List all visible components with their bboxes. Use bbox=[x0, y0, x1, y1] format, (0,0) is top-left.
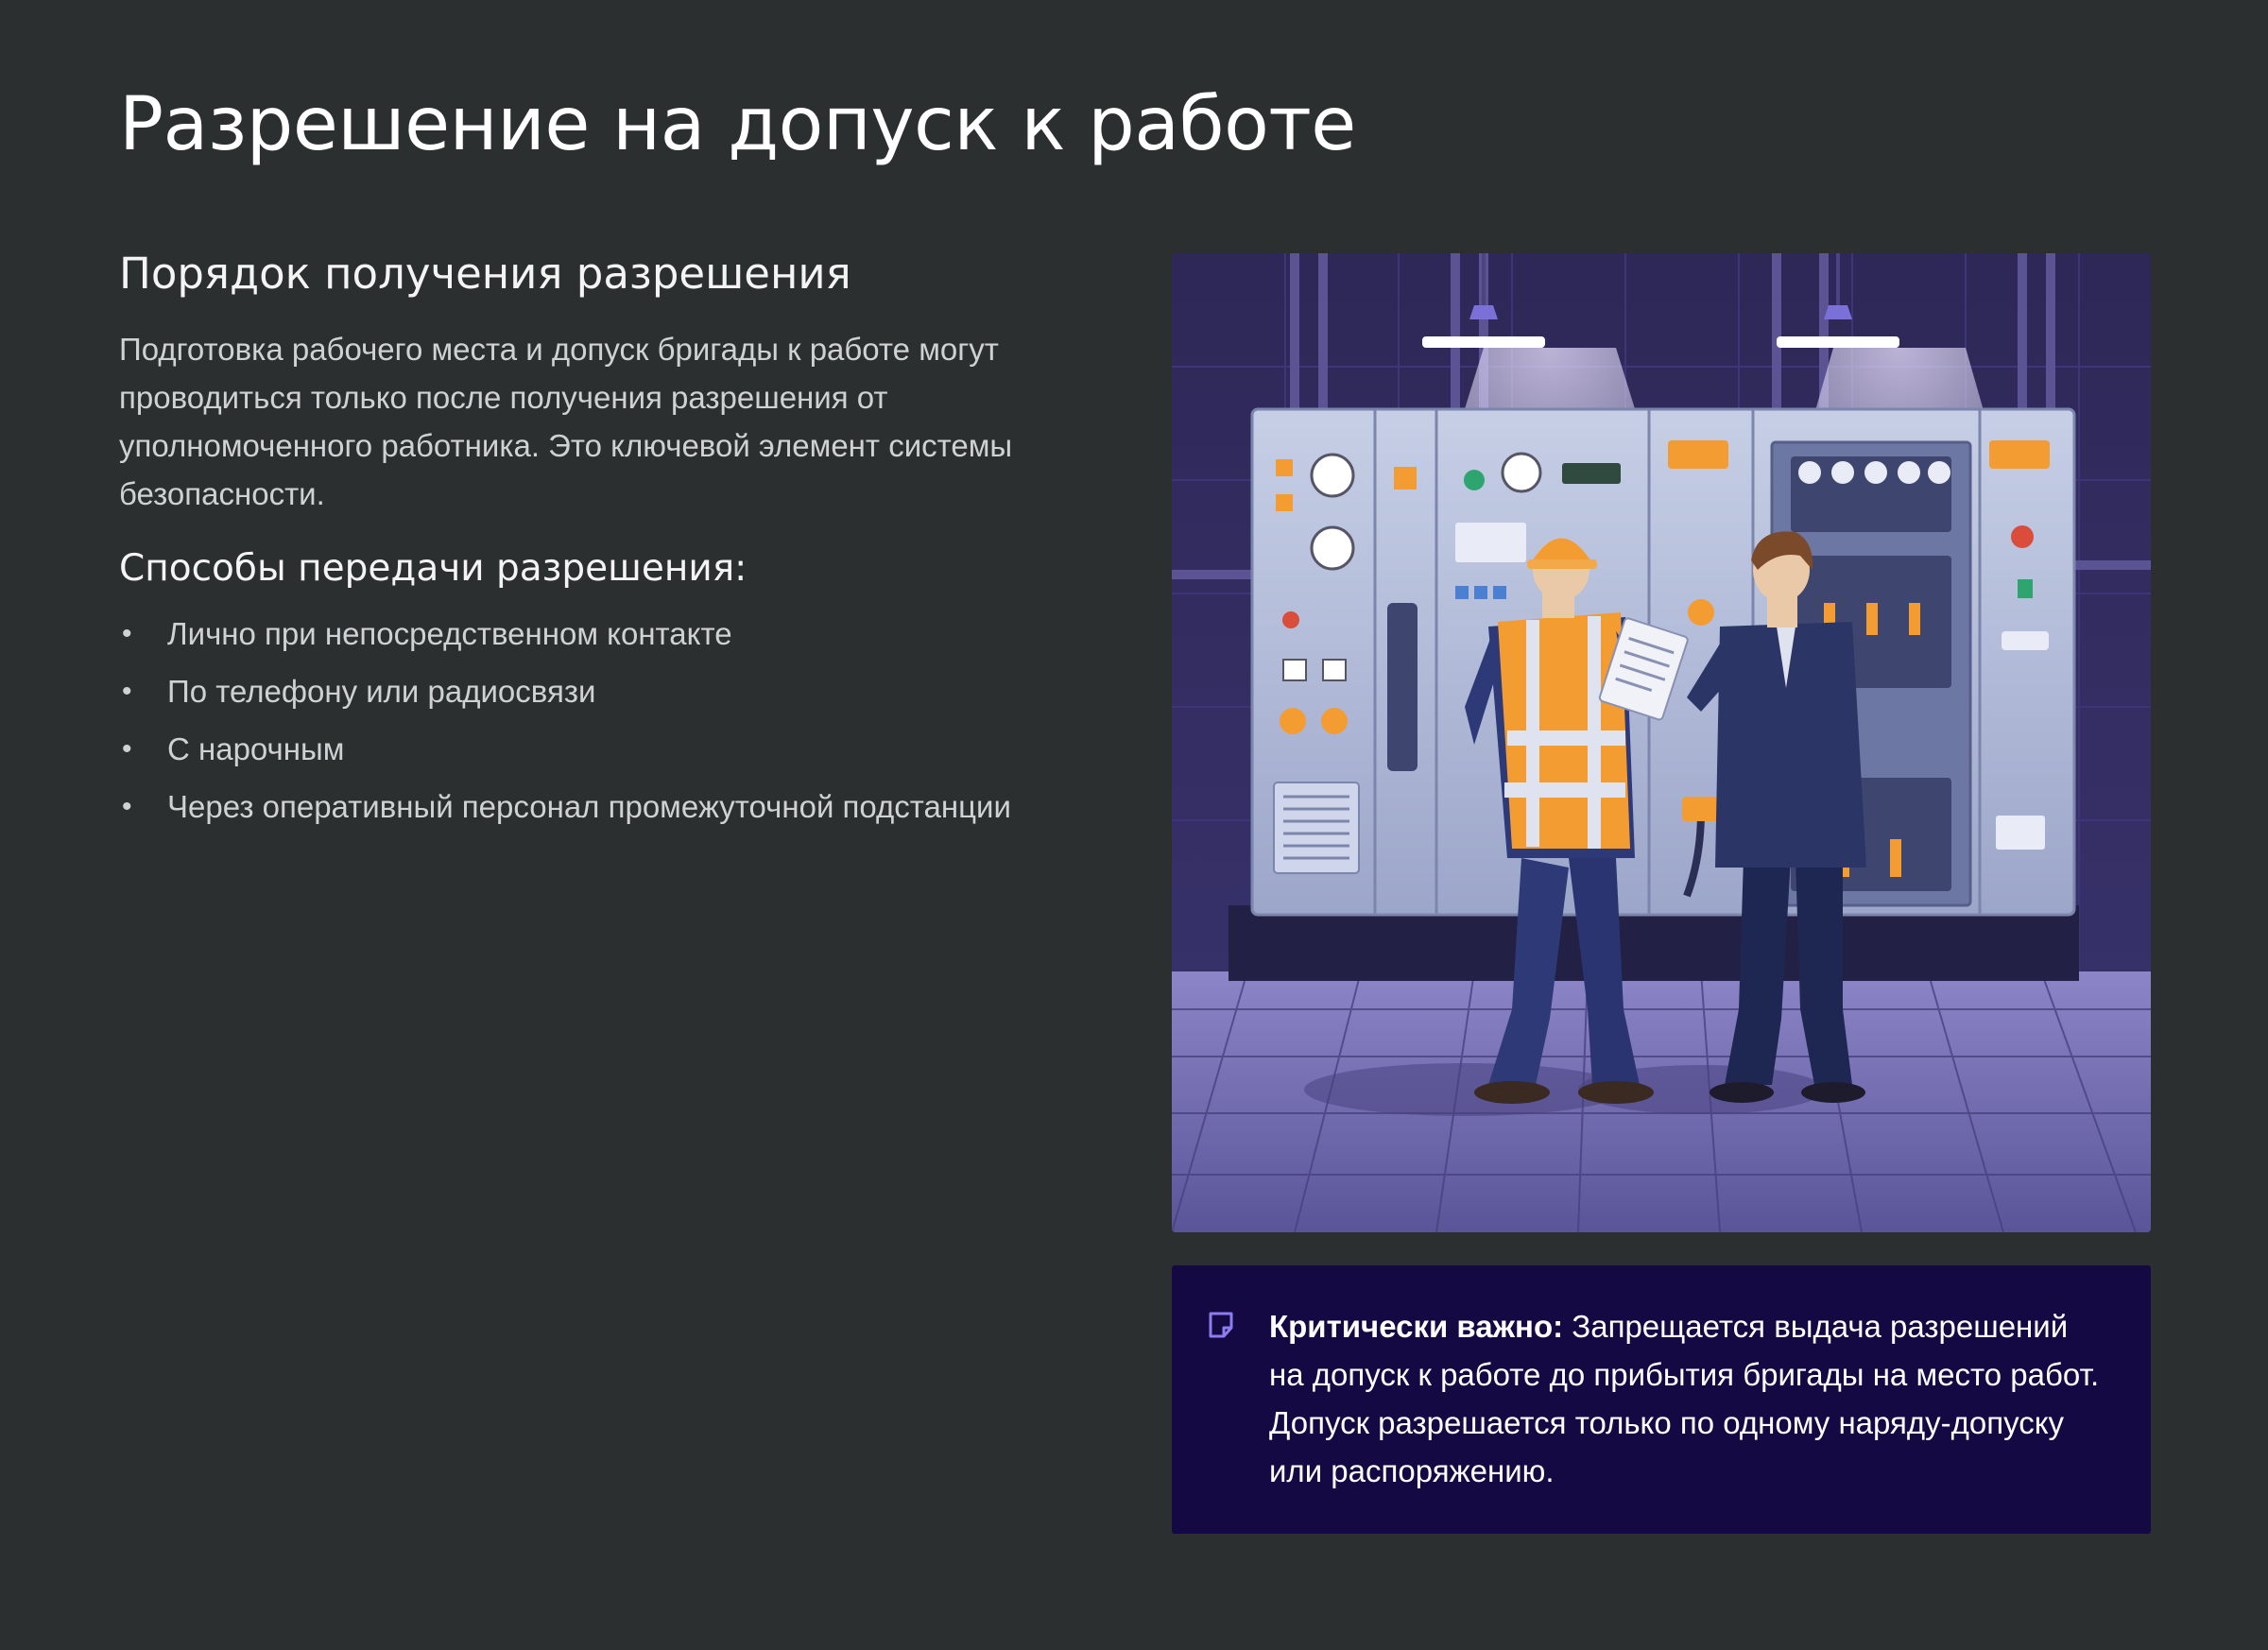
callout-label: Критически важно: bbox=[1269, 1309, 1564, 1344]
critical-callout: Критически важно: Запрещается выдача раз… bbox=[1172, 1265, 2151, 1534]
list-item-text: Лично при непосредственном контакте bbox=[167, 616, 732, 651]
section-heading: Порядок получения разрешения bbox=[119, 249, 851, 299]
list-item-text: Через оперативный персонал промежуточной… bbox=[167, 789, 1011, 824]
callout-text: Критически важно: Запрещается выдача раз… bbox=[1269, 1302, 2102, 1495]
intro-paragraph: Подготовка рабочего места и допуск брига… bbox=[119, 332, 1013, 511]
list-item: • Через оперативный персонал промежуточно… bbox=[119, 785, 1064, 829]
list-item-text: С нарочным bbox=[167, 731, 345, 766]
bullet-icon: • bbox=[122, 733, 132, 765]
methods-list: • Лично при непосредственном контакте • По… bbox=[119, 612, 1064, 829]
bullet-icon: • bbox=[122, 618, 132, 649]
list-item: • С нарочным bbox=[119, 728, 1064, 771]
page-title: Разрешение на допуск к работе bbox=[119, 82, 1356, 167]
list-item-text: По телефону или радиосвязи bbox=[167, 674, 596, 709]
switchgear-illustration bbox=[1172, 253, 2151, 1232]
left-column: Порядок получения разрешения Подготовка … bbox=[119, 244, 1064, 843]
sticky-note-icon bbox=[1209, 1312, 1233, 1338]
list-item: • Лично при непосредственном контакте bbox=[119, 612, 1064, 656]
methods-heading: Способы передачи разрешения: bbox=[119, 547, 747, 590]
bullet-icon: • bbox=[122, 676, 132, 707]
list-item: • По телефону или радиосвязи bbox=[119, 670, 1064, 713]
bullet-icon: • bbox=[122, 791, 132, 822]
